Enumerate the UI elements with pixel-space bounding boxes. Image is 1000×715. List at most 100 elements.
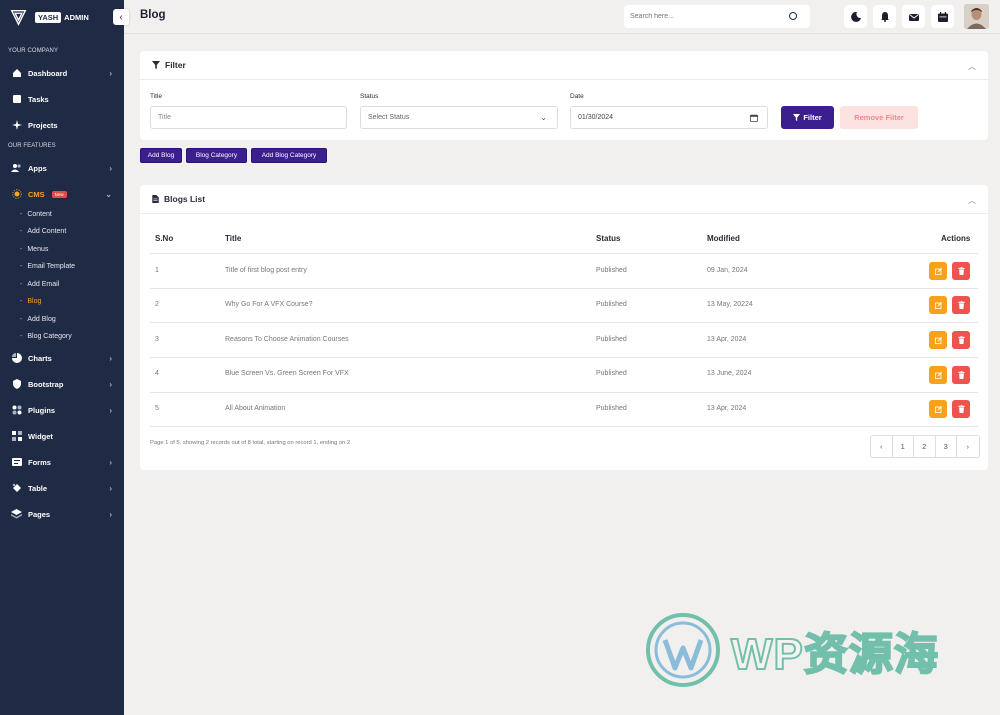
sidebar-item-forms[interactable]: Forms ›	[11, 455, 115, 469]
page-button[interactable]: 3	[936, 436, 957, 457]
add-blog-button[interactable]: Add Blog	[140, 148, 182, 163]
delete-button[interactable]	[952, 331, 970, 349]
cell-title: All About Animation	[225, 405, 286, 412]
sidebar-sub-add-blog[interactable]: - Add Blog	[20, 316, 56, 323]
cell-sno: 4	[155, 370, 159, 377]
title-field[interactable]: Title	[150, 106, 347, 129]
table-icon	[11, 483, 22, 494]
delete-button[interactable]	[952, 400, 970, 418]
moon-icon	[850, 11, 861, 22]
status-select-value: Select Status	[368, 114, 410, 121]
next-page-button[interactable]: ›	[957, 436, 979, 457]
cell-status: Published	[596, 336, 627, 343]
wordpress-logo-icon	[646, 613, 720, 687]
calendar-icon[interactable]	[750, 114, 758, 122]
delete-button[interactable]	[952, 296, 970, 314]
delete-button[interactable]	[952, 366, 970, 384]
sidebar-sub-blog[interactable]: - Blog	[20, 298, 41, 305]
column-header-sno: S.No	[155, 234, 174, 243]
sidebar-sub-label: Email Template	[27, 263, 76, 270]
date-field[interactable]: 01/30/2024	[570, 106, 768, 129]
sidebar-item-widget[interactable]: Widget	[11, 429, 115, 443]
filter-card-header[interactable]: Filter	[140, 51, 988, 80]
calendar-button[interactable]	[931, 5, 954, 28]
page-button[interactable]: 1	[893, 436, 914, 457]
sidebar-item-projects[interactable]: Projects	[11, 118, 115, 132]
edit-button[interactable]	[929, 262, 947, 280]
brand-badge-right: ADMIN	[64, 12, 89, 22]
cell-title: Reasons To Choose Animation Courses	[225, 336, 349, 343]
brand-logo[interactable]: YASH ADMIN	[10, 7, 89, 27]
chevron-up-icon[interactable]: ︿	[968, 195, 976, 206]
book-icon	[11, 94, 22, 105]
chevron-left-icon: ‹	[119, 11, 123, 23]
chevron-right-icon: ›	[109, 163, 112, 173]
sidebar-item-label: Charts	[28, 353, 52, 363]
edit-icon	[934, 267, 942, 275]
chevron-right-icon: ›	[966, 442, 970, 451]
prev-page-button[interactable]: ‹	[871, 436, 893, 457]
sidebar: YASH ADMIN YOUR COMPANY Dashboard › Tasks…	[0, 0, 124, 715]
cell-status: Published	[596, 405, 627, 412]
avatar-image	[964, 4, 989, 29]
edit-button[interactable]	[929, 296, 947, 314]
add-blog-category-button[interactable]: Add Blog Category	[251, 148, 327, 163]
filter-button[interactable]: Filter	[781, 106, 834, 129]
edit-button[interactable]	[929, 331, 947, 349]
blogs-card-header[interactable]: Blogs List	[140, 185, 988, 214]
sidebar-sub-add-email[interactable]: - Add Email	[20, 281, 59, 288]
sidebar-item-tasks[interactable]: Tasks	[11, 92, 115, 106]
home-icon	[11, 68, 22, 79]
watermark-text: WP资源海	[730, 629, 939, 680]
sidebar-sub-email-template[interactable]: - Email Template	[20, 263, 75, 270]
edit-button[interactable]	[929, 400, 947, 418]
column-header-actions: Actions	[941, 234, 971, 243]
remove-filter-button[interactable]: Remove Filter	[840, 106, 918, 129]
sidebar-item-pages[interactable]: Pages ›	[11, 507, 115, 521]
sidebar-sub-menus[interactable]: - Menus	[20, 246, 48, 253]
sidebar-item-label: Pages	[28, 509, 51, 519]
cell-modified: 13 Apr, 2024	[707, 336, 747, 343]
notifications-button[interactable]	[873, 5, 896, 28]
page-button[interactable]: 2	[914, 436, 936, 457]
status-select[interactable]: Select Status ⌄	[360, 106, 558, 129]
sidebar-item-label: Apps	[28, 163, 47, 173]
bell-icon	[880, 11, 889, 22]
sidebar-sub-content[interactable]: - Content	[20, 211, 52, 218]
chevron-up-icon[interactable]: ︿	[968, 61, 976, 72]
chevron-right-icon: ›	[109, 353, 112, 363]
delete-button[interactable]	[952, 262, 970, 280]
edit-button[interactable]	[929, 366, 947, 384]
table-divider	[150, 426, 978, 427]
sidebar-collapse-button[interactable]: ‹	[113, 9, 129, 25]
messages-button[interactable]	[902, 5, 925, 28]
sidebar-item-bootstrap[interactable]: Bootstrap ›	[11, 377, 115, 391]
chevron-right-icon: ›	[109, 457, 112, 467]
sidebar-item-dashboard[interactable]: Dashboard ›	[11, 66, 115, 80]
user-avatar[interactable]	[964, 4, 989, 29]
sidebar-item-table[interactable]: Table ›	[11, 481, 115, 495]
sidebar-sub-label: Add Blog	[27, 316, 56, 323]
blog-category-button[interactable]: Blog Category	[186, 148, 247, 163]
sun-icon	[11, 189, 22, 200]
sidebar-item-plugins[interactable]: Plugins ›	[11, 403, 115, 417]
chevron-right-icon: ›	[109, 483, 112, 493]
cell-modified: 13 Apr, 2024	[707, 405, 747, 412]
sidebar-sub-add-content[interactable]: - Add Content	[20, 228, 66, 235]
chevron-down-icon: ⌄	[540, 113, 547, 122]
cell-title: Why Go For A VFX Course?	[225, 301, 313, 308]
sidebar-item-apps[interactable]: Apps ›	[11, 161, 115, 175]
filter-button-label: Filter	[803, 113, 822, 122]
chevron-right-icon: ›	[109, 405, 112, 415]
cell-modified: 09 Jan, 2024	[707, 267, 748, 274]
sidebar-sub-blog-category[interactable]: - Blog Category	[20, 333, 72, 340]
sidebar-item-cms[interactable]: CMS New ⌄	[11, 187, 115, 201]
section-title-features: OUR FEATURES	[8, 143, 56, 149]
sidebar-item-label: Widget	[28, 431, 53, 441]
sparkle-icon	[11, 120, 22, 131]
sidebar-item-charts[interactable]: Charts ›	[11, 351, 115, 365]
dark-mode-button[interactable]	[844, 5, 867, 28]
search-input[interactable]	[624, 5, 810, 28]
edit-icon	[934, 405, 942, 413]
search-icon[interactable]	[789, 12, 797, 20]
